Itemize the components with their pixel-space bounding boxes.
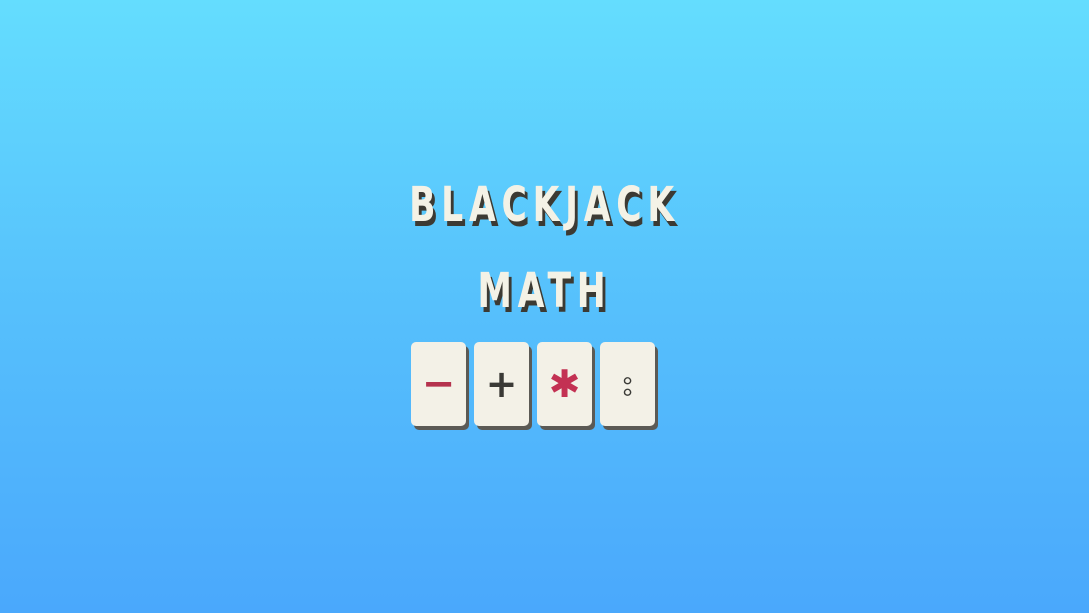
minus-tile[interactable]: −: [411, 342, 466, 426]
game-title: BLACKJACK MATH: [0, 162, 1089, 334]
multiply-tile[interactable]: ✱: [537, 342, 592, 426]
minus-icon: −: [421, 361, 456, 407]
plus-tile[interactable]: +: [474, 342, 529, 426]
title-line-1: BLACKJACK: [409, 177, 680, 233]
title-line-2: MATH: [477, 263, 612, 319]
plus-icon: +: [485, 362, 518, 406]
asterisk-icon: ✱: [548, 362, 581, 406]
divide-tile[interactable]: ⦂: [600, 342, 655, 426]
division-icon: ⦂: [622, 365, 633, 403]
operator-tiles: − + ✱ ⦂: [411, 342, 655, 426]
